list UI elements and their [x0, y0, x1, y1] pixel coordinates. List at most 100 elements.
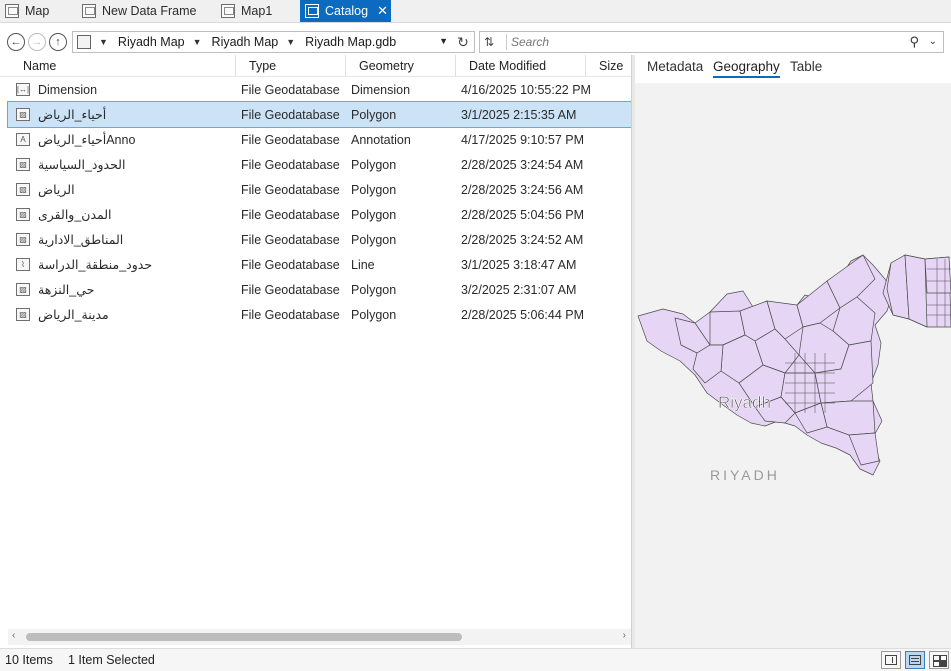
status-selected-count: 1 Item Selected — [68, 653, 155, 667]
column-divider[interactable] — [455, 55, 456, 77]
item-name: المدن_والقرى — [38, 208, 112, 222]
cell-geometry: Annotation — [351, 132, 411, 147]
arrow-up-icon: ↑ — [55, 35, 61, 48]
cell-geometry: Polygon — [351, 107, 397, 122]
chevron-down-icon[interactable]: ▼ — [286, 37, 295, 47]
table-row[interactable]: ▨ حي_النزهة File Geodatabase F Polygon 3/2/2… — [8, 277, 631, 302]
cell-name: ▨ المناطق_الادارية — [16, 227, 241, 252]
back-button[interactable]: ← — [7, 33, 25, 51]
cell-name: ⌇ حدود_منطقة_الدراسة — [16, 252, 241, 277]
column-divider[interactable] — [235, 55, 236, 77]
cell-date: 2/28/2025 5:06:44 PM — [461, 307, 585, 322]
chevron-down-icon[interactable]: ▼ — [193, 37, 202, 47]
column-header-date[interactable]: Date Modified — [469, 55, 546, 77]
list-view-button[interactable] — [905, 651, 925, 669]
table-row[interactable]: A أحياء_الرياضAnno File Geodatabase F Annot… — [8, 127, 631, 152]
chevron-down-icon[interactable]: ⌄ — [929, 36, 937, 47]
up-button[interactable]: ↑ — [49, 33, 67, 51]
table-row[interactable]: ▨ أحياء_الرياض File Geodatabase F Polygon 3/… — [7, 101, 632, 128]
scroll-left-icon[interactable]: ‹ — [12, 630, 15, 641]
column-header-type[interactable]: Type — [249, 55, 276, 77]
cell-date: 4/16/2025 10:55:22 PM — [461, 82, 591, 97]
cell-name: ▨ حي_النزهة — [16, 277, 241, 302]
cell-type: File Geodatabase F — [241, 282, 343, 297]
polygon-icon: ▨ — [16, 283, 30, 296]
details-view-button[interactable] — [881, 651, 901, 669]
cell-geometry: Polygon — [351, 157, 397, 172]
dropdown-caret-icon[interactable]: ▼ — [439, 36, 448, 46]
map-icon — [221, 4, 235, 18]
breadcrumb[interactable]: ▼ Riyadh Map ▼ Riyadh Map ▼ Riyadh Map.g… — [72, 31, 475, 53]
cell-type: File Geodatabase F — [241, 132, 343, 147]
cell-date: 3/1/2025 2:15:35 AM — [461, 107, 577, 122]
tab-map1[interactable]: Map1 — [216, 0, 296, 22]
chevron-down-icon[interactable]: ▼ — [99, 37, 108, 47]
cell-type: File Geodatabase F — [241, 82, 343, 97]
column-header-geometry[interactable]: Geometry — [359, 55, 414, 77]
cell-type: File Geodatabase F — [241, 232, 343, 247]
tab-catalog[interactable]: Catalog ✕ — [300, 0, 391, 22]
table-row[interactable]: ▨ المدن_والقرى File Geodatabase F Polygon 2/… — [8, 202, 631, 227]
table-row[interactable]: |↔| Dimension File Geodatabase F Dimension 4… — [8, 77, 631, 102]
horizontal-scrollbar[interactable]: ‹ › — [8, 629, 631, 645]
polygon-icon: ▨ — [16, 158, 30, 171]
scrollbar-thumb[interactable] — [26, 633, 462, 641]
tab-new-data-frame[interactable]: New Data Frame — [77, 0, 216, 22]
sort-icon[interactable]: ⇅ — [484, 35, 494, 49]
search-icon[interactable]: ⚲ — [909, 34, 919, 50]
status-bar: 10 Items 1 Item Selected — [0, 648, 951, 671]
cell-type: File Geodatabase F — [241, 257, 343, 272]
map-canvas: Riyadh RIYADH — [637, 254, 951, 483]
breadcrumb-item[interactable]: Riyadh Map.gdb — [305, 35, 396, 49]
search-input[interactable] — [506, 34, 886, 50]
map-icon — [5, 4, 19, 18]
forward-button[interactable]: → — [28, 33, 46, 51]
cell-name: ▨ المدن_والقرى — [16, 202, 241, 227]
tab-table[interactable]: Table — [790, 59, 822, 76]
polygon-icon: ▨ — [16, 208, 30, 221]
geography-preview-map[interactable]: Riyadh RIYADH — [635, 83, 951, 648]
table-row[interactable]: ▨ الرياض File Geodatabase F Polygon 2/28/202… — [8, 177, 631, 202]
map-icon — [82, 4, 96, 18]
table-row[interactable]: ▨ مدينة_الرياض File Geodatabase F Polygon 2/… — [8, 302, 631, 327]
cell-date: 4/17/2025 9:10:57 PM — [461, 132, 585, 147]
tab-map[interactable]: Map — [0, 0, 77, 22]
column-header-size[interactable]: Size — [599, 55, 623, 77]
line-icon: ⌇ — [16, 258, 30, 271]
table-row[interactable]: ▨ المناطق_الادارية File Geodatabase F Polyg… — [8, 227, 631, 252]
breadcrumb-item[interactable]: Riyadh Map — [118, 35, 185, 49]
item-list: |↔| Dimension File Geodatabase F Dimension 4… — [7, 77, 632, 327]
cell-name: ▨ أحياء_الرياض — [16, 102, 241, 127]
cell-type: File Geodatabase F — [241, 107, 343, 122]
map-label-region: RIYADH — [710, 467, 780, 483]
refresh-icon[interactable]: ↻ — [455, 34, 471, 50]
dimension-icon: |↔| — [16, 83, 30, 96]
polygon-icon: ▨ — [16, 308, 30, 321]
table-row[interactable]: ▨ الحدود_السياسية File Geodatabase F Polygo… — [8, 152, 631, 177]
cell-geometry: Polygon — [351, 207, 397, 222]
cell-date: 3/1/2025 3:18:47 AM — [461, 257, 577, 272]
cell-name: |↔| Dimension — [16, 77, 241, 102]
tiles-view-button[interactable] — [929, 651, 949, 669]
tab-geography[interactable]: Geography — [713, 59, 780, 78]
table-row[interactable]: ⌇ حدود_منطقة_الدراسة File Geodatabase F Lin… — [8, 252, 631, 277]
tab-label: Map — [25, 4, 50, 18]
item-name: Dimension — [38, 82, 98, 97]
item-name: حي_النزهة — [38, 283, 95, 297]
tiles-view-icon — [933, 655, 945, 667]
tab-metadata[interactable]: Metadata — [647, 59, 703, 76]
riyadh-polygons — [637, 254, 951, 476]
cell-geometry: Polygon — [351, 307, 397, 322]
column-divider[interactable] — [585, 55, 586, 77]
cell-name: ▨ الحدود_السياسية — [16, 152, 241, 177]
scroll-right-icon[interactable]: › — [623, 630, 626, 641]
column-header-name[interactable]: Name — [23, 55, 56, 77]
column-divider[interactable] — [345, 55, 346, 77]
close-icon[interactable]: ✕ — [377, 3, 388, 19]
tab-label: Catalog — [325, 4, 369, 18]
polygon-icon: ▨ — [16, 233, 30, 246]
breadcrumb-item[interactable]: Riyadh Map — [212, 35, 279, 49]
status-item-count: 10 Items — [5, 653, 53, 667]
list-view-icon — [909, 655, 921, 665]
preview-tabs: Metadata Geography Table — [635, 55, 951, 83]
